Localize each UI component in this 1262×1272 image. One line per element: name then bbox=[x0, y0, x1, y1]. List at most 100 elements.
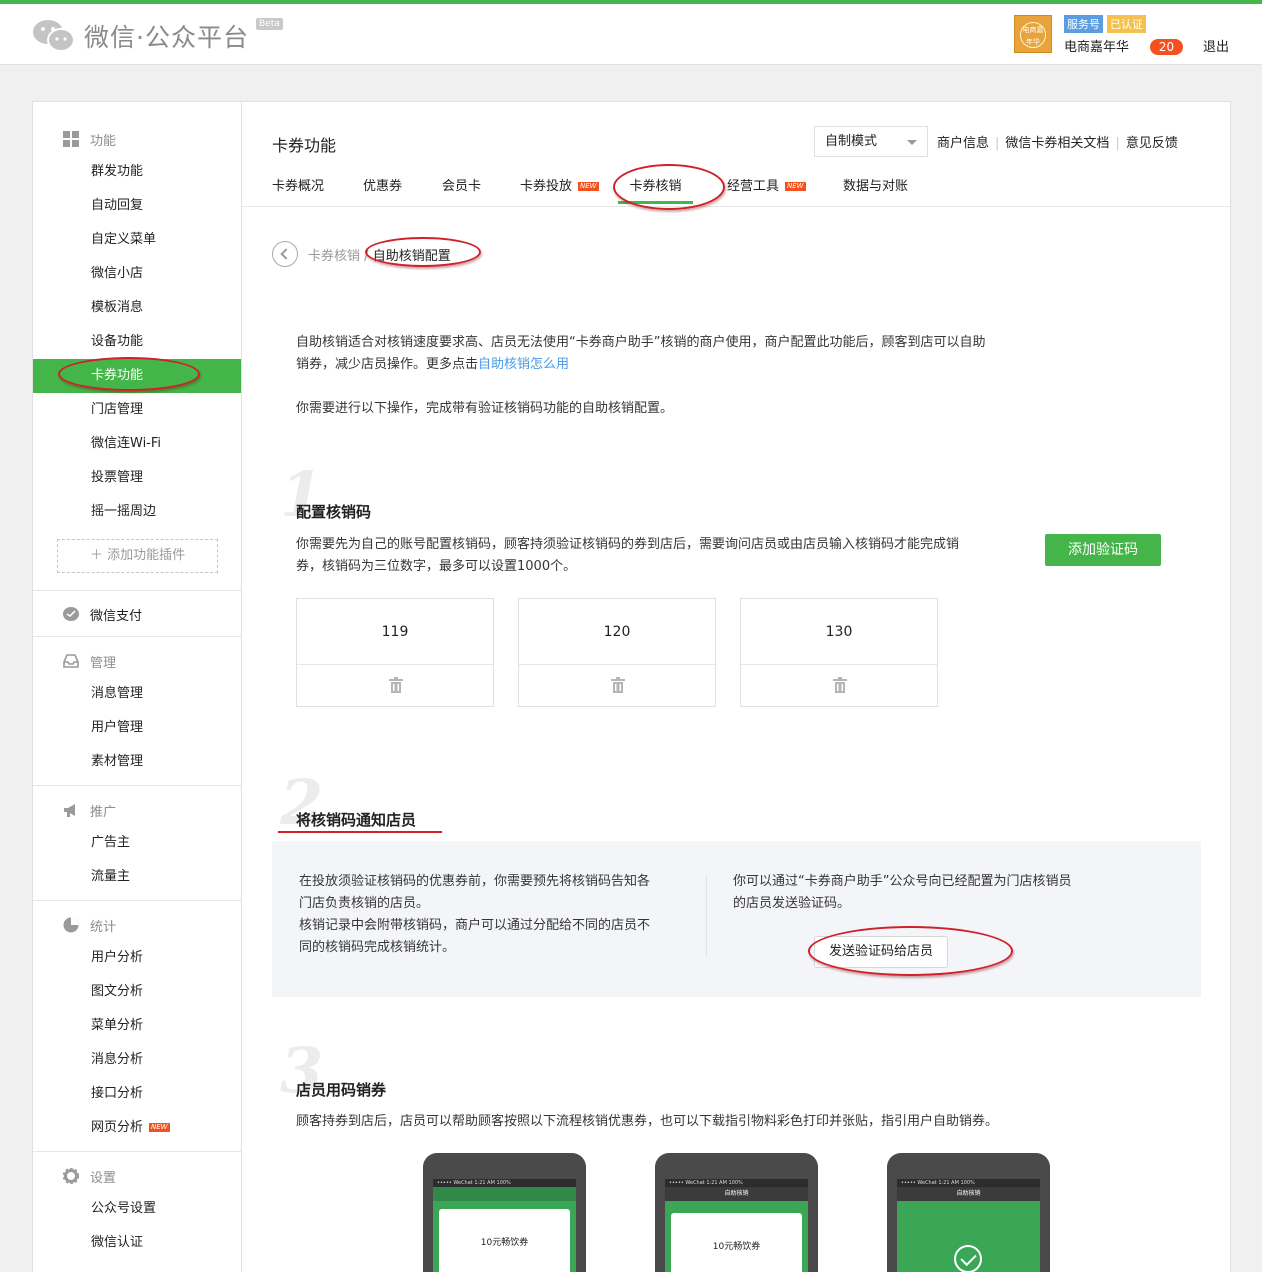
megaphone-icon bbox=[64, 804, 75, 817]
phone-status-bar: ••••• WeChat 1:21 AM 100% bbox=[897, 1179, 1040, 1187]
docs-link[interactable]: 微信卡券相关文档 bbox=[1005, 136, 1109, 151]
plus-icon: ＋ bbox=[89, 548, 108, 563]
sidebar-item-custom-menu[interactable]: 自定义菜单 bbox=[33, 223, 241, 257]
logout-link[interactable]: 退出 bbox=[1203, 36, 1229, 55]
tab-divider bbox=[242, 206, 1230, 207]
checkmark-icon bbox=[954, 1245, 982, 1272]
sidebar-item-message-management[interactable]: 消息管理 bbox=[33, 677, 241, 711]
feedback-link[interactable]: 意见反馈 bbox=[1126, 136, 1178, 151]
sidebar-item-shake[interactable]: 摇一摇周边 bbox=[33, 495, 241, 529]
step-description: 你需要先为自己的账号配置核销码，顾客持须验证核销码的券到店后，需要询问店员或由店… bbox=[296, 534, 1026, 578]
phone-nav-bar: 自助核销 bbox=[897, 1187, 1040, 1201]
phone-screen: ••••• WeChat 1:21 AM 100% 自助核销 10元畅饮券 bbox=[665, 1179, 808, 1272]
sidebar-item-article-analysis[interactable]: 图文分析 bbox=[33, 975, 241, 1009]
sidebar-item-menu-analysis[interactable]: 菜单分析 bbox=[33, 1009, 241, 1043]
code-value: 119 bbox=[297, 599, 493, 665]
link-separator: | bbox=[995, 136, 1000, 151]
intro-instruction: 你需要进行以下操作，完成带有验证核销码功能的自助核销配置。 bbox=[296, 401, 674, 416]
account-name[interactable]: 电商嘉年华 bbox=[1064, 36, 1129, 55]
sidebar-divider bbox=[33, 590, 241, 591]
new-badge: NEW bbox=[785, 182, 806, 191]
sidebar-item-wechat-certification[interactable]: 微信认证 bbox=[33, 1226, 241, 1260]
sidebar-item-advertiser[interactable]: 广告主 bbox=[33, 826, 241, 860]
coupon-title: 10元畅饮券 bbox=[480, 1238, 529, 1248]
delete-area bbox=[741, 665, 937, 707]
add-plugin-label: 添加功能插件 bbox=[107, 548, 186, 563]
content-frame: 功能 群发功能 自动回复 自定义菜单 微信小店 模板消息 设备功能 卡券功能 门… bbox=[32, 101, 1231, 1272]
tab-distribution[interactable]: 卡券投放 NEW bbox=[520, 175, 599, 194]
sidebar-item-device[interactable]: 设备功能 bbox=[33, 325, 241, 359]
sidebar-item-mass-send[interactable]: 群发功能 bbox=[33, 155, 241, 189]
tab-coupon[interactable]: 优惠券 bbox=[363, 175, 402, 194]
sidebar-item-material-management[interactable]: 素材管理 bbox=[33, 745, 241, 779]
sidebar-item-api-analysis[interactable]: 接口分析 bbox=[33, 1077, 241, 1111]
merchant-info-link[interactable]: 商户信息 bbox=[937, 136, 989, 151]
tab-label: 经营工具 bbox=[727, 179, 780, 194]
phone-nav-bar: 自助核销 bbox=[665, 1187, 808, 1201]
intro-line: 销券，减少店员操作。更多点击自助核销怎么用 bbox=[296, 354, 1076, 376]
annotation-circle-breadcrumb bbox=[365, 237, 481, 267]
sidebar-item-store-management[interactable]: 门店管理 bbox=[33, 393, 241, 427]
help-link[interactable]: 自助核销怎么用 bbox=[478, 357, 569, 372]
desc-line: 你需要先为自己的账号配置核销码，顾客持须验证核销码的券到店后，需要询问店员或由店… bbox=[296, 537, 960, 552]
delete-area bbox=[297, 665, 493, 707]
coupon-card: 10元畅饮券 bbox=[671, 1213, 802, 1272]
delete-area bbox=[519, 665, 715, 707]
sidebar: 功能 群发功能 自动回复 自定义菜单 微信小店 模板消息 设备功能 卡券功能 门… bbox=[33, 102, 242, 1272]
desc-line: 券，核销码为三位数字，最多可以设置1000个。 bbox=[296, 559, 577, 574]
main-panel: 卡券功能 自制模式 商户信息 | 微信卡券相关文档 | 意见反馈 卡券概况 优惠券 会员… bbox=[242, 102, 1230, 1272]
platform-title[interactable]: 微信·公众平台 bbox=[84, 18, 249, 54]
back-arrow-icon[interactable] bbox=[272, 241, 298, 267]
sidebar-item-template-message[interactable]: 模板消息 bbox=[33, 291, 241, 325]
notice-line: 在投放须验证核销码的优惠券前，你需要预先将核销码告知各 bbox=[299, 874, 651, 889]
tab-business-tools[interactable]: 经营工具 NEW bbox=[727, 175, 806, 194]
certified-badge: 已认证 bbox=[1107, 15, 1146, 33]
sidebar-item-message-analysis[interactable]: 消息分析 bbox=[33, 1043, 241, 1077]
phone-nav-bar bbox=[433, 1187, 576, 1201]
sidebar-item-vote[interactable]: 投票管理 bbox=[33, 461, 241, 495]
tab-data-reconciliation[interactable]: 数据与对账 bbox=[843, 175, 908, 194]
add-plugin-button[interactable]: ＋ 添加功能插件 bbox=[57, 539, 218, 573]
step-title: 将核销码通知店员 bbox=[296, 811, 417, 829]
intro-text: 自助核销适合对核销速度要求高、店员无法使用“卡券商户助手”核销的商户使用，商户配… bbox=[296, 332, 1076, 376]
message-count-badge[interactable]: 20 bbox=[1150, 39, 1183, 55]
trash-icon[interactable] bbox=[389, 677, 403, 693]
sidebar-item-wechat-store[interactable]: 微信小店 bbox=[33, 257, 241, 291]
tab-member-card[interactable]: 会员卡 bbox=[442, 175, 481, 194]
code-card: 120 bbox=[518, 598, 716, 707]
trash-icon[interactable] bbox=[611, 677, 625, 693]
sidebar-item-auto-reply[interactable]: 自动回复 bbox=[33, 189, 241, 223]
sidebar-item-webpage-analysis[interactable]: 网页分析 NEW bbox=[33, 1111, 241, 1145]
inbox-icon bbox=[63, 654, 79, 668]
mode-select[interactable]: 自制模式 bbox=[814, 126, 928, 157]
notice-line: 你可以通过“卡券商户助手”公众号向已经配置为门店核销员 bbox=[733, 874, 1072, 889]
annotation-circle-tab bbox=[613, 164, 725, 210]
sidebar-item-wifi[interactable]: 微信连Wi-Fi bbox=[33, 427, 241, 461]
account-avatar[interactable]: 电商嘉年华 bbox=[1014, 15, 1052, 53]
section-title: 设置 bbox=[90, 1171, 117, 1186]
sidebar-item-account-settings[interactable]: 公众号设置 bbox=[33, 1192, 241, 1226]
tab-label: 卡券投放 bbox=[520, 179, 573, 194]
sidebar-divider bbox=[33, 785, 241, 786]
notice-divider bbox=[706, 875, 707, 957]
notice-line: 的店员发送验证码。 bbox=[733, 896, 851, 911]
step-title: 店员用码销券 bbox=[296, 1081, 387, 1099]
sidebar-item-user-analysis[interactable]: 用户分析 bbox=[33, 941, 241, 975]
breadcrumb-parent[interactable]: 卡券核销 bbox=[308, 249, 360, 264]
code-card: 119 bbox=[296, 598, 494, 707]
add-code-button[interactable]: 添加验证码 bbox=[1045, 534, 1161, 566]
phone-screen: ••••• WeChat 1:21 AM 100% 自助核销 bbox=[897, 1179, 1040, 1272]
section-title: 微信支付 bbox=[90, 609, 143, 624]
notice-left-text: 在投放须验证核销码的优惠券前，你需要预先将核销码告知各 门店负责核销的店员。 核… bbox=[299, 871, 689, 959]
sidebar-item-publisher[interactable]: 流量主 bbox=[33, 860, 241, 894]
code-value: 120 bbox=[519, 599, 715, 665]
sidebar-item-user-management[interactable]: 用户管理 bbox=[33, 711, 241, 745]
tab-overview[interactable]: 卡券概况 bbox=[272, 175, 324, 194]
intro-line: 自助核销适合对核销速度要求高、店员无法使用“卡券商户助手”核销的商户使用，商户配… bbox=[296, 335, 986, 350]
wechat-logo-icon bbox=[33, 20, 75, 52]
notice-line: 同的核销码完成核销统计。 bbox=[299, 940, 456, 955]
notice-box: 在投放须验证核销码的优惠券前，你需要预先将核销码告知各 门店负责核销的店员。 核… bbox=[272, 841, 1201, 997]
trash-icon[interactable] bbox=[833, 677, 847, 693]
avatar-text: 电商嘉年华 bbox=[1020, 22, 1046, 48]
new-badge: NEW bbox=[578, 182, 599, 191]
